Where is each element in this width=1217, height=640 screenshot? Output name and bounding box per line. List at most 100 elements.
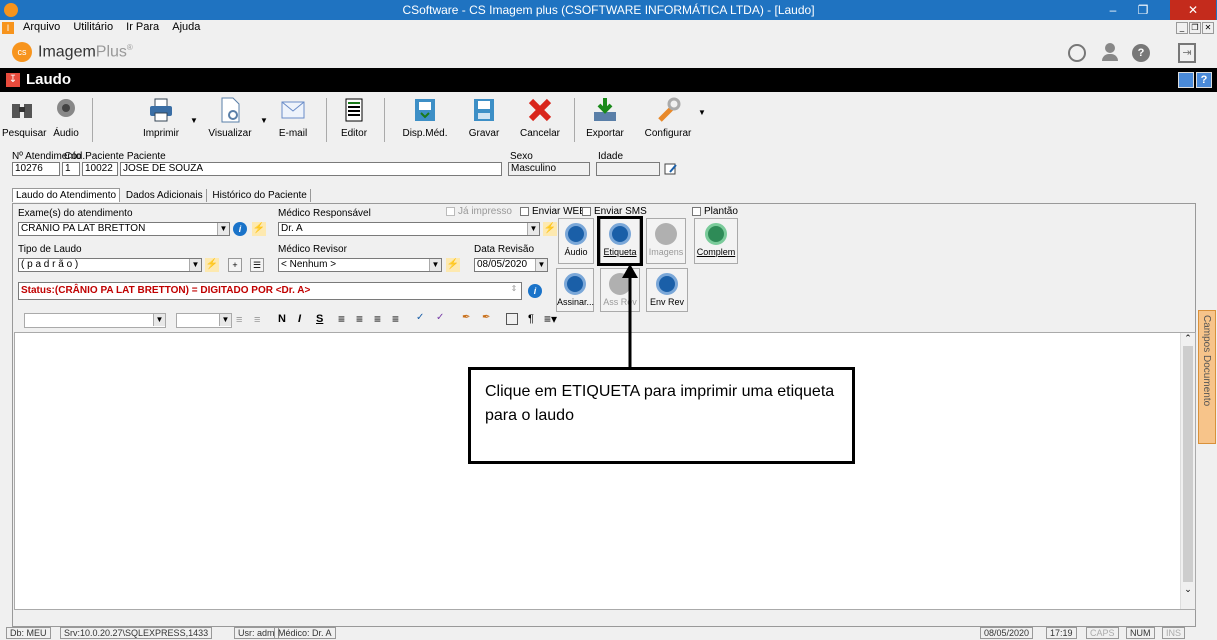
- form-menu-icon[interactable]: [1178, 72, 1194, 88]
- scroll-thumb[interactable]: [1183, 346, 1193, 582]
- lightning-icon[interactable]: ⚡: [205, 258, 219, 272]
- tab-historico-paciente[interactable]: Histórico do Paciente: [209, 189, 311, 202]
- app-menu-icon[interactable]: I: [2, 22, 14, 34]
- add-button[interactable]: +: [228, 258, 242, 272]
- visualizar-button[interactable]: Visualizar: [202, 96, 258, 139]
- close-button[interactable]: ✕: [1170, 0, 1216, 20]
- enviar-web-checkbox[interactable]: Enviar WEB: [520, 206, 586, 217]
- chevron-down-icon: ▼: [217, 223, 229, 235]
- font-size-select[interactable]: ▼: [176, 313, 232, 328]
- exame-select[interactable]: CRÂNIO PA LAT BRETTON ▼: [18, 222, 230, 236]
- color-icon[interactable]: ✒: [482, 312, 490, 323]
- server-indicator: Srv:10.0.20.27\SQLEXPRESS,1433: [60, 627, 213, 639]
- info-icon[interactable]: i: [528, 284, 542, 298]
- toolbar-separator: [574, 98, 575, 142]
- configurar-button[interactable]: Configurar: [638, 96, 698, 139]
- idade-field[interactable]: [596, 162, 660, 176]
- align-center-icon[interactable]: ≡: [356, 312, 363, 326]
- align-left-icon[interactable]: ≡: [338, 312, 345, 326]
- chevron-down-icon: ▼: [189, 259, 201, 271]
- align-right-icon[interactable]: ≡: [374, 312, 381, 326]
- medico-rev-select[interactable]: < Nenhum > ▼: [278, 258, 442, 272]
- preview-icon: [216, 96, 244, 124]
- binoculars-icon: [8, 96, 36, 124]
- globe-icon[interactable]: [1068, 44, 1086, 62]
- italic-button[interactable]: I: [298, 313, 301, 325]
- bold-button[interactable]: N: [278, 313, 286, 325]
- exit-icon[interactable]: ⇥: [1178, 43, 1196, 63]
- atendimento-field[interactable]: 10276: [12, 162, 60, 176]
- tab-laudo-atendimento[interactable]: Laudo do Atendimento: [12, 188, 121, 202]
- sign-icon: [564, 273, 586, 295]
- spellcheck-auto-icon[interactable]: ✓: [436, 312, 444, 323]
- chevron-down-icon: ▼: [429, 259, 441, 271]
- imagens-button[interactable]: Imagens: [646, 218, 686, 264]
- menu-utilitario[interactable]: Utilitário: [68, 20, 118, 34]
- menu-arquivo[interactable]: Arquivo: [18, 20, 65, 34]
- numbering-icon[interactable]: ≡: [254, 314, 260, 326]
- cancelar-button[interactable]: Cancelar: [516, 96, 564, 139]
- ja-impresso-checkbox[interactable]: Já impresso: [446, 206, 512, 217]
- mdi-minimize-button[interactable]: _: [1176, 22, 1188, 34]
- gravar-button[interactable]: Gravar: [464, 96, 504, 139]
- imprimir-button[interactable]: Imprimir: [136, 96, 186, 139]
- help-icon[interactable]: ?: [1132, 44, 1150, 62]
- visualizar-dropdown-arrow[interactable]: ▼: [260, 116, 268, 125]
- justify-icon[interactable]: ≡: [392, 312, 399, 326]
- tab-dados-adicionais[interactable]: Dados Adicionais: [122, 189, 207, 202]
- pesquisar-button[interactable]: Pesquisar: [2, 96, 46, 139]
- menu-ajuda[interactable]: Ajuda: [167, 20, 205, 34]
- sexo-field[interactable]: Masculino: [508, 162, 590, 176]
- audio-button[interactable]: Áudio: [48, 96, 84, 139]
- bullets-icon[interactable]: ≡: [236, 314, 242, 326]
- list-icon[interactable]: ☰: [250, 258, 264, 272]
- editor-button[interactable]: Editor: [336, 96, 372, 139]
- data-revisao-field[interactable]: 08/05/2020 ▼: [474, 258, 548, 272]
- exportar-button[interactable]: Exportar: [580, 96, 630, 139]
- imprimir-dropdown-arrow[interactable]: ▼: [190, 116, 198, 125]
- cod-paciente-field[interactable]: 10022: [82, 162, 118, 176]
- tipo-laudo-select[interactable]: ( p a d r ã o ) ▼: [18, 258, 202, 272]
- user-indicator: Usr: adm: [234, 627, 279, 639]
- editor-scrollbar[interactable]: ⌃ ⌄: [1180, 333, 1195, 609]
- restore-button[interactable]: ❐: [1128, 0, 1158, 20]
- paciente-nome-field[interactable]: JOSE DE SOUZA: [120, 162, 502, 176]
- export-icon: [591, 96, 619, 124]
- audio-side-button[interactable]: Áudio: [558, 218, 594, 264]
- highlight-icon[interactable]: ✒: [462, 312, 470, 323]
- status-field: Status:(CRÂNIO PA LAT BRETTON) = DIGITAD…: [18, 282, 522, 300]
- complem-button[interactable]: Complem: [694, 218, 738, 264]
- form-help-icon[interactable]: ?: [1196, 72, 1212, 88]
- scroll-down-icon[interactable]: ⌄: [1181, 584, 1195, 595]
- plantao-checkbox[interactable]: Plantão: [692, 206, 738, 217]
- configurar-dropdown-arrow[interactable]: ▼: [698, 108, 706, 117]
- table-icon[interactable]: [506, 313, 518, 325]
- info-icon[interactable]: i: [233, 222, 247, 236]
- mdi-restore-button[interactable]: ❐: [1189, 22, 1201, 34]
- user-icon[interactable]: [1101, 43, 1119, 61]
- paragraph-button[interactable]: ¶: [528, 313, 534, 325]
- mdi-close-button[interactable]: ✕: [1202, 22, 1214, 34]
- minimize-button[interactable]: –: [1098, 0, 1128, 20]
- line-spacing-icon[interactable]: ≡▾: [544, 312, 557, 326]
- cs-logo-icon: cs: [12, 42, 32, 62]
- campos-documento-tab[interactable]: Campos Documento: [1198, 310, 1216, 444]
- scroll-up-icon[interactable]: ⌃: [1181, 333, 1195, 344]
- callout-arrow: [622, 264, 638, 370]
- email-button[interactable]: E-mail: [270, 96, 316, 139]
- seq-field[interactable]: 1: [62, 162, 80, 176]
- underline-button[interactable]: S: [316, 313, 323, 325]
- font-name-select[interactable]: ▼: [24, 313, 166, 328]
- menu-ir-para[interactable]: Ir Para: [121, 20, 164, 34]
- env-rev-button[interactable]: Env Rev: [646, 268, 688, 312]
- ins-indicator: INS: [1162, 627, 1186, 639]
- spin-icon[interactable]: ⇕: [508, 284, 520, 298]
- disp-med-button[interactable]: Disp.Méd.: [398, 96, 452, 139]
- spellcheck-icon[interactable]: ✓: [416, 312, 424, 323]
- medico-resp-select[interactable]: Dr. A ▼: [278, 222, 540, 236]
- assinar-button[interactable]: Assinar...: [556, 268, 594, 312]
- lightning-icon[interactable]: ⚡: [252, 222, 266, 236]
- lightning-icon[interactable]: ⚡: [446, 258, 460, 272]
- lightning-icon[interactable]: ⚡: [543, 222, 557, 236]
- edit-icon[interactable]: [664, 162, 678, 176]
